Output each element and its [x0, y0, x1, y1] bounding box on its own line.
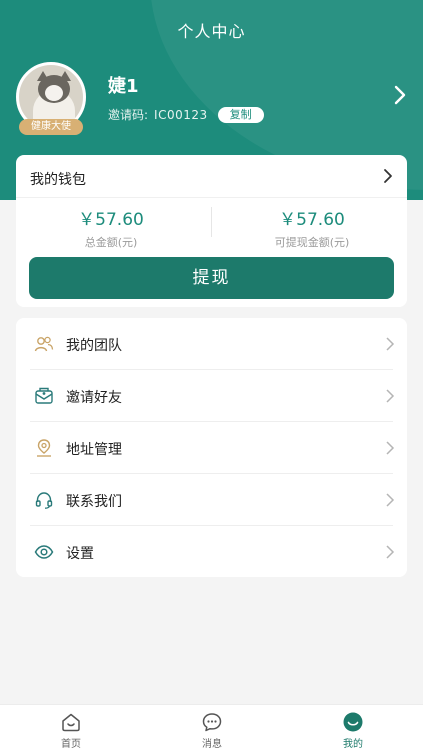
chevron-right-icon [386, 493, 395, 507]
chevron-right-icon [386, 545, 395, 559]
total-amount-value: ￥57.60 [78, 210, 144, 230]
headset-icon [35, 492, 53, 509]
menu-item-address[interactable]: 地址管理 [16, 422, 407, 474]
menu-item-team[interactable]: 我的团队 [16, 318, 407, 370]
username: 婕1 [108, 76, 139, 97]
chevron-right-icon [386, 337, 395, 351]
page-title: 个人中心 [177, 22, 246, 41]
menu-item-label: 设置 [66, 546, 94, 562]
menu-list: 我的团队 邀请好友 地址管理 联系我们 设置 [16, 318, 407, 577]
menu-item-label: 我的团队 [66, 338, 122, 354]
tab-home[interactable]: 首页 [31, 711, 111, 750]
withdrawable-amount: ￥57.60 可提现金额(元) [217, 205, 407, 250]
invite-friend-icon [35, 387, 53, 404]
profile-icon [343, 712, 363, 732]
chevron-right-icon[interactable] [391, 84, 409, 106]
wallet-title[interactable]: 我的钱包 [30, 169, 86, 189]
bottom-tab-bar: 首页 消息 我的 [0, 704, 423, 752]
withdrawable-amount-label: 可提现金额(元) [274, 236, 350, 249]
divider [211, 207, 212, 237]
menu-item-invite-friends[interactable]: 邀请好友 [16, 370, 407, 422]
invite-code-label: 邀请码: [108, 108, 149, 122]
location-icon [37, 439, 51, 457]
home-icon [62, 713, 80, 732]
role-badge: 健康大使 [19, 119, 83, 135]
menu-item-contact[interactable]: 联系我们 [16, 474, 407, 526]
menu-item-settings[interactable]: 设置 [16, 526, 407, 578]
invite-code-row: 邀请码: IC00123 复制 [108, 106, 264, 123]
wallet-card: 我的钱包 ￥57.60 总金额(元) ￥57.60 可提现金额(元) 提现 [16, 155, 407, 307]
team-icon [34, 336, 54, 352]
menu-item-label: 联系我们 [66, 494, 122, 510]
invite-code-value: IC00123 [154, 107, 208, 122]
chevron-right-icon[interactable] [381, 167, 395, 185]
tab-messages[interactable]: 消息 [172, 711, 252, 750]
tab-mine[interactable]: 我的 [313, 711, 393, 750]
tab-label: 首页 [61, 739, 81, 750]
withdraw-button[interactable]: 提现 [29, 257, 394, 299]
message-icon [202, 713, 222, 732]
total-amount-label: 总金额(元) [84, 236, 138, 249]
tab-label: 消息 [202, 739, 222, 750]
tab-label: 我的 [343, 739, 363, 750]
menu-item-label: 地址管理 [66, 442, 122, 458]
menu-item-label: 邀请好友 [66, 390, 122, 406]
settings-eye-icon [34, 545, 54, 559]
withdrawable-amount-value: ￥57.60 [279, 210, 345, 230]
avatar[interactable]: 健康大使 [16, 62, 86, 135]
chevron-right-icon [386, 389, 395, 403]
chevron-right-icon [386, 441, 395, 455]
divider [16, 197, 407, 198]
copy-button[interactable]: 复制 [217, 106, 264, 123]
total-amount: ￥57.60 总金额(元) [16, 205, 206, 250]
